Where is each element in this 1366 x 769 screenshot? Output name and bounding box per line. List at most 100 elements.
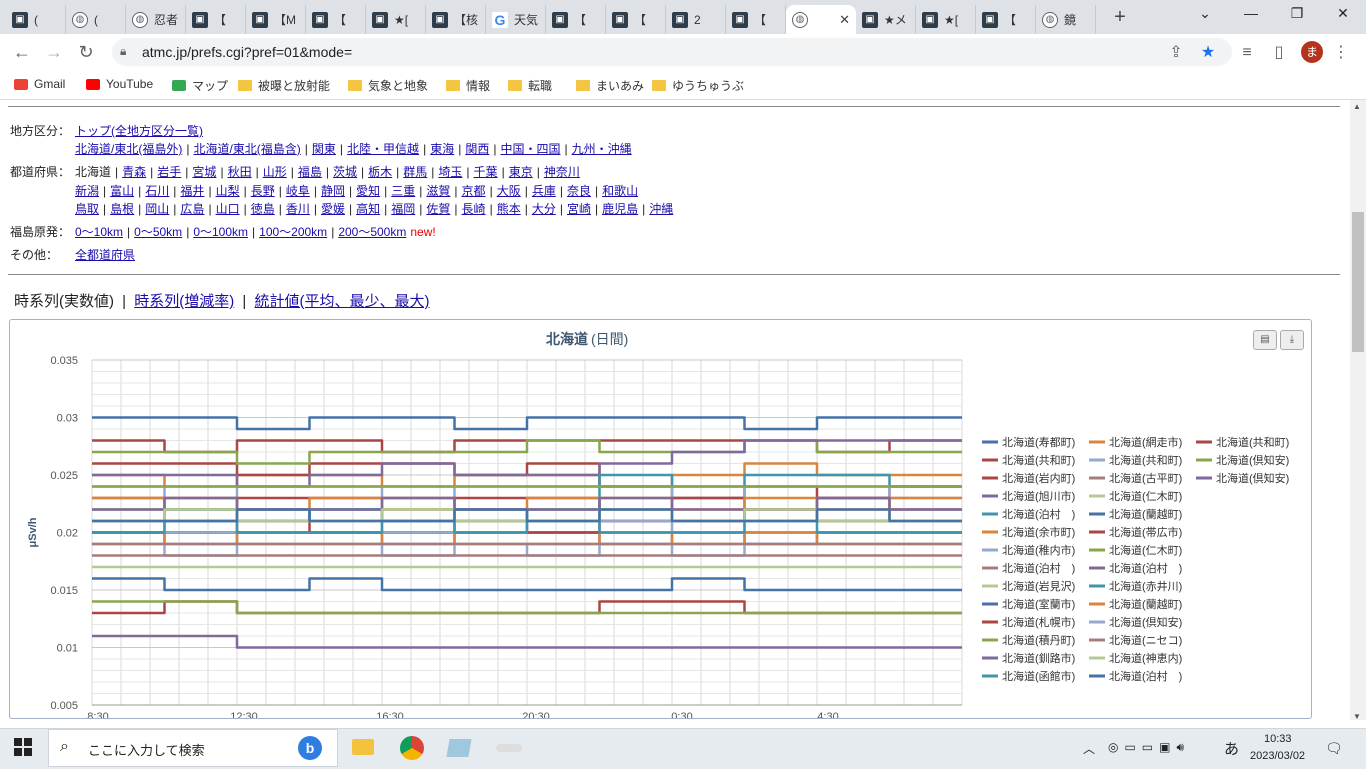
region-link[interactable]: 中国・四国 <box>500 142 560 156</box>
region-link[interactable]: 北海道/東北(福島含) <box>193 142 300 156</box>
pref-link[interactable]: 沖縄 <box>649 202 673 216</box>
pref-link[interactable]: 岐阜 <box>286 184 310 198</box>
pref-link[interactable]: 宮崎 <box>567 202 591 216</box>
pref-link[interactable]: 新潟 <box>75 184 99 198</box>
windows-start-icon[interactable] <box>14 738 34 758</box>
pref-link[interactable]: 山口 <box>216 202 240 216</box>
browser-tab[interactable]: G 天気 <box>486 5 546 34</box>
back-icon[interactable]: ← <box>10 41 34 65</box>
bookmark-star-icon[interactable]: ★ <box>1197 42 1219 64</box>
pref-link[interactable]: 山梨 <box>216 184 240 198</box>
region-link[interactable]: 関東 <box>312 142 336 156</box>
pref-link[interactable]: 高知 <box>356 202 380 216</box>
pref-link[interactable]: 栃木 <box>368 165 392 179</box>
bookmark-item[interactable]: Gmail <box>14 77 65 91</box>
scrollbar-thumb[interactable] <box>1352 212 1364 352</box>
pref-link[interactable]: 大阪 <box>497 184 521 198</box>
bookmark-item[interactable]: 気象と地象 <box>348 77 428 94</box>
clock-date[interactable]: 2023/03/02 <box>1250 750 1305 762</box>
distance-link[interactable]: 200〜500km <box>338 225 406 239</box>
pref-link[interactable]: 滋賀 <box>426 184 450 198</box>
browser-tab[interactable]: ▣ 【 <box>546 5 606 34</box>
pref-link[interactable]: 和歌山 <box>602 184 638 198</box>
bookmark-item[interactable]: ゆうちゅうぶ <box>652 77 744 94</box>
tab-active[interactable]: ◍ ✕ <box>786 5 856 34</box>
menu-icon[interactable]: ⋮ <box>1330 42 1352 64</box>
page-scrollbar[interactable] <box>1350 100 1366 720</box>
region-link[interactable]: トップ(全地方区分一覧) <box>75 124 203 138</box>
distance-link[interactable]: 0〜50km <box>134 225 182 239</box>
bookmark-item[interactable]: 情報 <box>446 77 490 94</box>
app-icon-2[interactable] <box>496 744 522 752</box>
browser-tab[interactable]: ▣ 【 <box>186 5 246 34</box>
pref-link[interactable]: 千葉 <box>474 165 498 179</box>
pref-link[interactable]: 大分 <box>532 202 556 216</box>
other-link[interactable]: 全都道府県 <box>75 248 135 262</box>
pref-link[interactable]: 宮城 <box>192 165 216 179</box>
pref-link[interactable]: 神奈川 <box>544 165 580 179</box>
bookmark-item[interactable]: まいあみ <box>576 77 644 94</box>
region-link[interactable]: 九州・沖縄 <box>572 142 632 156</box>
profile-avatar[interactable]: ま <box>1301 41 1323 63</box>
pref-link[interactable]: 三重 <box>391 184 415 198</box>
pref-link[interactable]: 埼玉 <box>438 165 462 179</box>
file-explorer-icon[interactable] <box>352 739 374 755</box>
bookmark-item[interactable]: YouTube <box>86 77 153 91</box>
view-tab-statistics[interactable]: 統計値(平均、最少、最大) <box>255 293 430 310</box>
pref-link[interactable]: 福岡 <box>391 202 415 216</box>
ime-indicator[interactable]: あ <box>1224 738 1239 759</box>
pref-link[interactable]: 兵庫 <box>532 184 556 198</box>
pref-link[interactable]: 秋田 <box>228 165 252 179</box>
scroll-up-icon[interactable]: ▲ <box>1353 102 1361 111</box>
pref-link[interactable]: 広島 <box>180 202 204 216</box>
pref-link[interactable]: 石川 <box>145 184 169 198</box>
bookmark-item[interactable]: 被曝と放射能 <box>238 77 330 94</box>
pref-link[interactable]: 岩手 <box>157 165 181 179</box>
browser-tab[interactable]: ▣ ★[ <box>366 5 426 34</box>
pref-link[interactable]: 奈良 <box>567 184 591 198</box>
pref-link[interactable]: 熊本 <box>497 202 521 216</box>
app-icon[interactable] <box>446 739 472 757</box>
reload-icon[interactable]: ↻ <box>74 41 98 65</box>
pref-link[interactable]: 群馬 <box>403 165 427 179</box>
pref-link[interactable]: 静岡 <box>321 184 345 198</box>
pref-link[interactable]: 福島 <box>298 165 322 179</box>
bing-icon[interactable]: b <box>298 736 322 760</box>
pref-link[interactable]: 山形 <box>263 165 287 179</box>
browser-tab[interactable]: ▣ 【 <box>976 5 1036 34</box>
browser-tab[interactable]: ▣ 【 <box>606 5 666 34</box>
distance-link[interactable]: 100〜200km <box>259 225 327 239</box>
pref-link[interactable]: 徳島 <box>251 202 275 216</box>
tray-icons[interactable]: ◎▭▭▣🔊︎ <box>1108 740 1190 755</box>
lock-icon[interactable]: 🔒︎ <box>120 44 126 59</box>
browser-tab[interactable]: ▣ 【 <box>306 5 366 34</box>
pref-link[interactable]: 茨城 <box>333 165 357 179</box>
browser-tab[interactable]: ▣( <box>6 5 66 34</box>
pref-link[interactable]: 香川 <box>286 202 310 216</box>
chrome-icon[interactable] <box>400 736 424 760</box>
pref-link[interactable]: 鹿児島 <box>602 202 638 216</box>
close-tab-icon[interactable]: ✕ <box>839 12 850 28</box>
region-link[interactable]: 関西 <box>465 142 489 156</box>
pref-link[interactable]: 東京 <box>509 165 533 179</box>
browser-tab[interactable]: ▣ 2 <box>666 5 726 34</box>
browser-tab[interactable]: ▣ 【 <box>726 5 786 34</box>
pref-link[interactable]: 京都 <box>462 184 486 198</box>
browser-tab[interactable]: ◍( <box>66 5 126 34</box>
browser-tab[interactable]: ◍ 鏡 <box>1036 5 1096 34</box>
pref-link[interactable]: 福井 <box>180 184 204 198</box>
bookmark-item[interactable]: マップ <box>172 77 228 94</box>
close-window-button[interactable]: ✕ <box>1320 5 1366 27</box>
distance-link[interactable]: 0〜100km <box>193 225 248 239</box>
reading-list-icon[interactable]: ≡ <box>1236 42 1258 64</box>
pref-link[interactable]: 長野 <box>251 184 275 198</box>
pref-link[interactable]: 岡山 <box>145 202 169 216</box>
pref-link[interactable]: 鳥取 <box>75 202 99 216</box>
new-tab-button[interactable]: + <box>1108 5 1132 29</box>
url-text[interactable]: atmc.jp/prefs.cgi?pref=01&mode= <box>142 44 352 60</box>
distance-link[interactable]: 0〜10km <box>75 225 123 239</box>
notification-icon[interactable]: 🗨︎ <box>1325 740 1343 757</box>
maximize-button[interactable]: ❐ <box>1274 5 1320 27</box>
bookmark-item[interactable]: 転職 <box>508 77 552 94</box>
tab-search-icon[interactable]: ⌄ <box>1182 5 1228 27</box>
